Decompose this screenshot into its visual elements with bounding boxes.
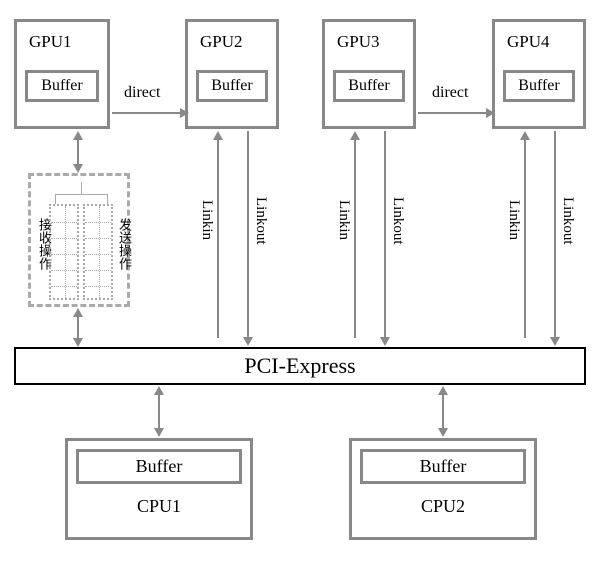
op-gpu1-line	[77, 139, 79, 166]
gpu2-linkin-line	[217, 140, 219, 338]
send-op-label: 发送操作	[115, 218, 134, 270]
gpu3-linkin-label: Linkin	[335, 200, 352, 240]
cpu2-link-line	[442, 394, 444, 430]
gpu4-box: GPU4 Buffer	[492, 19, 586, 129]
gpu4-linkin-arrow	[520, 131, 530, 140]
gpu4-linkout-arrow	[550, 337, 560, 346]
cpu2-box: Buffer CPU2	[349, 438, 537, 540]
gpu2-title: GPU2	[200, 32, 270, 52]
gpu2-linkout-line	[247, 131, 249, 337]
gpu2-box: GPU2 Buffer	[185, 19, 279, 129]
architecture-diagram: GPU1 Buffer GPU2 Buffer GPU3 Buffer GPU4…	[0, 0, 598, 568]
cpu2-link-arrow-down	[438, 428, 448, 437]
gpu2-linkout-arrow	[243, 337, 253, 346]
cpu2-title: CPU2	[352, 496, 534, 517]
gpu1-title: GPU1	[29, 32, 101, 52]
gpu4-linkout-label: Linkout	[559, 197, 576, 245]
op-pci-arrow-down	[73, 338, 83, 347]
gpu3-linkin-arrow	[350, 131, 360, 140]
op-pci-arrow-up	[73, 308, 83, 317]
direct-label-1: direct	[124, 84, 160, 102]
recv-op-col	[49, 204, 79, 300]
cpu2-link-arrow-up	[438, 386, 448, 395]
gpu2-linkout-label: Linkout	[252, 197, 269, 245]
cpu1-link-arrow-up	[154, 386, 164, 395]
direct-line-1	[112, 112, 182, 114]
operation-box: 接收操作 发送操作	[28, 173, 130, 307]
direct-arrow-2	[486, 108, 495, 118]
cpu1-buffer: Buffer	[76, 449, 242, 484]
cpu1-link-line	[158, 394, 160, 430]
cpu2-buffer: Buffer	[360, 449, 526, 484]
gpu4-linkin-line	[524, 140, 526, 338]
gpu3-title: GPU3	[337, 32, 407, 52]
gpu3-linkout-label: Linkout	[389, 197, 406, 245]
direct-label-2: direct	[432, 84, 468, 102]
gpu3-linkin-line	[354, 140, 356, 338]
gpu2-buffer: Buffer	[196, 70, 268, 102]
pci-express-bus: PCI-Express	[14, 347, 586, 385]
gpu1-buffer: Buffer	[25, 70, 99, 102]
gpu3-buffer: Buffer	[333, 70, 405, 102]
gpu2-linkin-label: Linkin	[198, 200, 215, 240]
gpu2-linkin-arrow	[213, 131, 223, 140]
gpu3-box: GPU3 Buffer	[322, 19, 416, 129]
cpu1-link-arrow-down	[154, 428, 164, 437]
cpu1-title: CPU1	[68, 496, 250, 517]
direct-line-2	[418, 112, 488, 114]
gpu4-title: GPU4	[507, 32, 577, 52]
cpu1-box: Buffer CPU1	[65, 438, 253, 540]
op-gpu1-arrow-down	[73, 164, 83, 173]
direct-arrow-1	[180, 108, 189, 118]
gpu3-linkout-line	[384, 131, 386, 337]
gpu1-box: GPU1 Buffer	[14, 19, 110, 129]
op-pci-line	[77, 316, 79, 340]
gpu4-linkout-line	[554, 131, 556, 337]
gpu3-linkout-arrow	[380, 337, 390, 346]
op-gpu1-arrow-up	[73, 131, 83, 140]
send-op-col	[83, 204, 113, 300]
gpu4-linkin-label: Linkin	[505, 200, 522, 240]
gpu4-buffer: Buffer	[503, 70, 575, 102]
